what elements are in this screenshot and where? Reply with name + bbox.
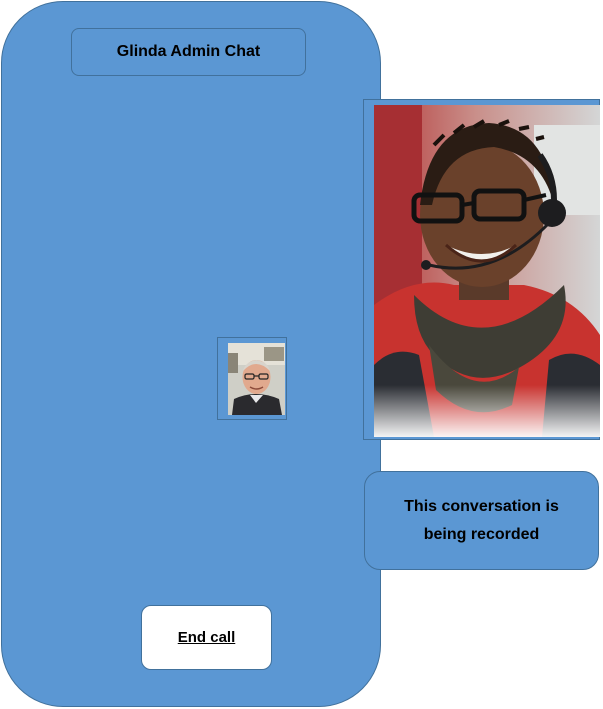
self-video-tile[interactable] — [217, 337, 287, 420]
remote-video-photo — [374, 105, 600, 437]
end-call-button[interactable]: End call — [141, 605, 272, 670]
recording-notice: This conversation is being recorded — [364, 471, 599, 570]
remote-video-tile[interactable] — [363, 99, 600, 440]
chat-title: Glinda Admin Chat — [71, 28, 306, 76]
chat-window: Glinda Admin Chat End call — [1, 1, 381, 707]
app-root: Glinda Admin Chat End call This conversa… — [0, 0, 603, 709]
self-video-photo — [228, 343, 285, 415]
